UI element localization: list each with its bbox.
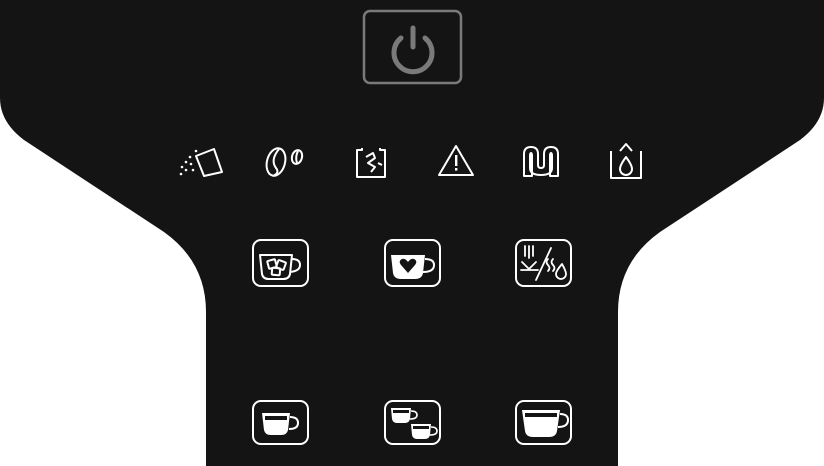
my-coffee-button[interactable]: [384, 239, 441, 287]
control-panel: [0, 0, 824, 466]
small-cup-button[interactable]: [252, 400, 309, 445]
power-button[interactable]: [362, 9, 463, 85]
control-panel-graphic: [0, 0, 824, 466]
iced-coffee-button[interactable]: [252, 239, 309, 287]
two-cups-button[interactable]: [384, 400, 441, 445]
large-cup-button[interactable]: [515, 400, 572, 445]
hot-water-steam-button[interactable]: [515, 239, 572, 287]
